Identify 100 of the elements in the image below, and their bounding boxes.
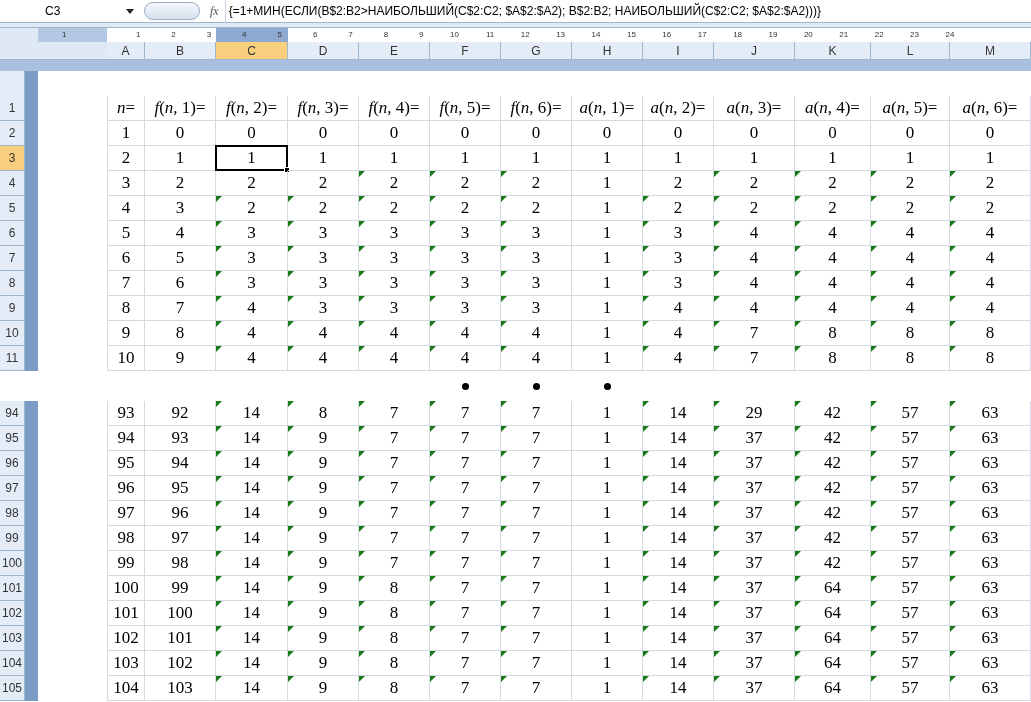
table-cell[interactable]: 57 <box>871 601 949 625</box>
table-cell[interactable]: 63 <box>950 676 1030 700</box>
table-cell[interactable]: 94 <box>108 426 144 450</box>
table-cell[interactable]: 14 <box>216 651 287 675</box>
table-cell[interactable]: 14 <box>216 601 287 625</box>
table-cell[interactable]: 4 <box>501 346 571 370</box>
table-cell[interactable]: 4 <box>359 346 429 370</box>
table-cell[interactable]: 37 <box>714 426 794 450</box>
table-cell[interactable]: 7 <box>359 526 429 550</box>
table-cell[interactable]: a(n, 6)= <box>950 96 1030 120</box>
table-cell[interactable]: 2 <box>216 171 287 195</box>
table-cell[interactable]: 37 <box>714 601 794 625</box>
table-cell[interactable]: 2 <box>950 171 1030 195</box>
table-cell[interactable]: 14 <box>643 651 713 675</box>
table-cell[interactable]: 8 <box>108 296 144 320</box>
table-cell[interactable]: 14 <box>216 401 287 425</box>
table-cell[interactable]: 9 <box>288 676 358 700</box>
table-cell[interactable]: 4 <box>501 321 571 345</box>
table-cell[interactable]: 2 <box>795 171 870 195</box>
table-cell[interactable]: 104 <box>108 676 144 700</box>
table-cell[interactable]: 4 <box>714 246 794 270</box>
table-cell[interactable]: 3 <box>288 296 358 320</box>
table-cell[interactable]: n= <box>108 96 144 120</box>
table-cell[interactable]: 4 <box>871 221 949 245</box>
table-cell[interactable]: 14 <box>643 501 713 525</box>
table-cell[interactable]: 4 <box>216 296 287 320</box>
table-cell[interactable]: 9 <box>288 501 358 525</box>
row-header[interactable]: 95 <box>0 426 25 451</box>
column-header[interactable]: H <box>572 42 643 59</box>
table-cell[interactable]: 99 <box>145 576 215 600</box>
table-cell[interactable]: 5 <box>108 221 144 245</box>
table-cell[interactable]: 57 <box>871 401 949 425</box>
table-cell[interactable]: 14 <box>216 626 287 650</box>
table-cell[interactable]: 2 <box>871 171 949 195</box>
resize-handle[interactable] <box>144 2 200 20</box>
table-cell[interactable]: 1 <box>572 426 642 450</box>
table-cell[interactable]: 0 <box>430 121 500 145</box>
table-cell[interactable]: 1 <box>572 651 642 675</box>
table-cell[interactable]: 63 <box>950 501 1030 525</box>
table-cell[interactable]: 3 <box>216 271 287 295</box>
table-cell[interactable]: 8 <box>359 676 429 700</box>
table-cell[interactable]: 29 <box>714 401 794 425</box>
table-cell[interactable]: 3 <box>430 296 500 320</box>
table-cell[interactable]: 7 <box>359 551 429 575</box>
table-cell[interactable]: 1 <box>714 146 794 170</box>
row-header[interactable]: 105 <box>0 676 25 701</box>
table-cell[interactable]: 3 <box>430 271 500 295</box>
row-header[interactable]: 101 <box>0 576 25 601</box>
table-cell[interactable]: f(n, 6)= <box>501 96 571 120</box>
table-cell[interactable]: 2 <box>216 196 287 220</box>
table-cell[interactable]: 2 <box>501 196 571 220</box>
table-cell[interactable]: 57 <box>871 651 949 675</box>
table-cell[interactable]: 3 <box>288 246 358 270</box>
table-cell[interactable]: 4 <box>430 346 500 370</box>
table-cell[interactable]: 8 <box>145 321 215 345</box>
table-cell[interactable]: 1 <box>871 146 949 170</box>
table-cell[interactable]: 1 <box>572 401 642 425</box>
table-cell[interactable]: 93 <box>108 401 144 425</box>
table-cell[interactable]: 9 <box>288 551 358 575</box>
table-cell[interactable]: 14 <box>216 551 287 575</box>
table-cell[interactable]: 37 <box>714 551 794 575</box>
row-header[interactable]: 103 <box>0 626 25 651</box>
table-cell[interactable]: 8 <box>795 346 870 370</box>
table-cell[interactable]: 7 <box>145 296 215 320</box>
table-cell[interactable]: 3 <box>288 271 358 295</box>
table-cell[interactable]: 1 <box>572 271 642 295</box>
table-cell[interactable]: 63 <box>950 601 1030 625</box>
table-cell[interactable]: 7 <box>359 401 429 425</box>
table-cell[interactable]: 7 <box>430 676 500 700</box>
table-cell[interactable]: 57 <box>871 626 949 650</box>
table-cell[interactable]: 3 <box>216 246 287 270</box>
table-cell[interactable]: 4 <box>714 221 794 245</box>
row-header[interactable]: 100 <box>0 551 25 576</box>
table-cell[interactable]: 101 <box>145 626 215 650</box>
table-cell[interactable]: 8 <box>359 651 429 675</box>
table-cell[interactable]: 57 <box>871 551 949 575</box>
table-cell[interactable]: 14 <box>216 676 287 700</box>
table-cell[interactable]: 7 <box>359 451 429 475</box>
table-cell[interactable]: 1 <box>572 221 642 245</box>
table-cell[interactable]: a(n, 1)= <box>572 96 642 120</box>
table-cell[interactable]: a(n, 4)= <box>795 96 870 120</box>
table-cell[interactable]: 63 <box>950 626 1030 650</box>
table-cell[interactable]: 9 <box>288 626 358 650</box>
table-cell[interactable]: 14 <box>216 476 287 500</box>
table-cell[interactable]: 14 <box>643 551 713 575</box>
table-cell[interactable]: 3 <box>643 221 713 245</box>
table-cell[interactable]: 63 <box>950 451 1030 475</box>
table-cell[interactable]: 2 <box>359 196 429 220</box>
table-cell[interactable]: 8 <box>359 626 429 650</box>
table-cell[interactable]: 63 <box>950 651 1030 675</box>
table-cell[interactable]: 7 <box>359 426 429 450</box>
column-header[interactable]: I <box>643 42 714 59</box>
table-cell[interactable]: 9 <box>288 476 358 500</box>
column-header[interactable]: E <box>359 42 430 59</box>
table-cell[interactable]: 14 <box>216 501 287 525</box>
column-header[interactable]: F <box>430 42 501 59</box>
table-cell[interactable]: 8 <box>359 576 429 600</box>
table-cell[interactable]: 37 <box>714 626 794 650</box>
table-cell[interactable]: 14 <box>643 426 713 450</box>
table-cell[interactable]: 63 <box>950 426 1030 450</box>
